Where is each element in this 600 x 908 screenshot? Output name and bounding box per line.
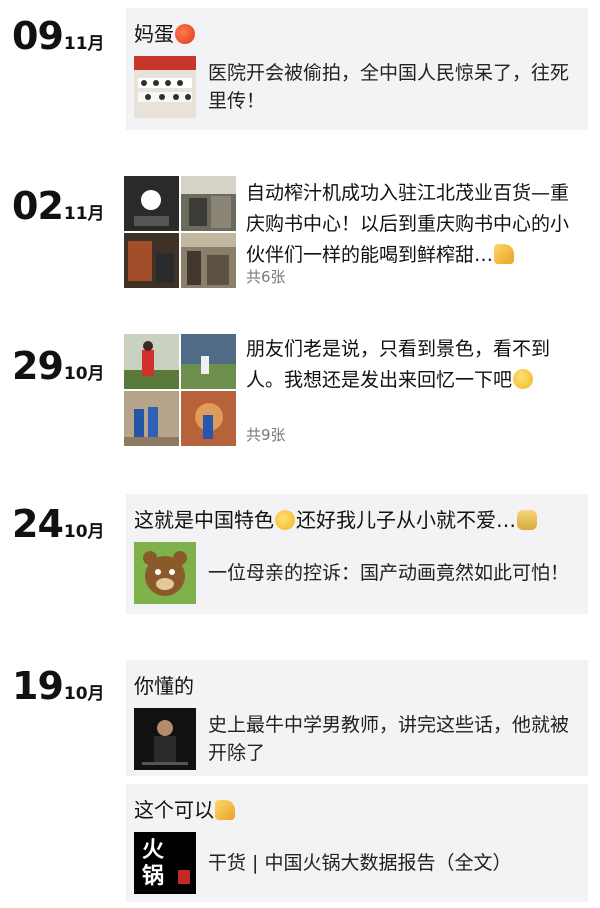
money-bag-icon bbox=[517, 510, 537, 530]
date-day: 09 bbox=[12, 14, 64, 58]
date-day: 29 bbox=[12, 344, 64, 388]
post-text: 这个可以 bbox=[134, 796, 580, 824]
entry-date: 1910月 bbox=[12, 664, 105, 710]
link-title: 史上最牛中学男教师，讲完这些话，他就被开除了 bbox=[208, 714, 570, 764]
post-text: 朋友们老是说，只看到景色，看不到人。我想还是发出来回忆一下吧 bbox=[246, 334, 586, 396]
link-title: 医院开会被偷拍，全中国人民惊呆了，往死里传！ bbox=[208, 62, 570, 112]
post-text-content: 这个可以 bbox=[134, 798, 214, 822]
photo-thumb[interactable] bbox=[181, 391, 236, 446]
post-card[interactable]: 这就是中国特色 还好我儿子从小就不爱… 一位母亲的控诉：国产动画竟然如此可怕！ bbox=[126, 494, 588, 614]
date-day: 19 bbox=[12, 664, 64, 708]
link-title: 干货 | 中国火锅大数据报告（全文） bbox=[208, 852, 512, 874]
entry-date: 2910月 bbox=[12, 344, 105, 390]
entry-date: 0911月 bbox=[12, 14, 105, 60]
shared-link[interactable]: 史上最牛中学男教师，讲完这些话，他就被开除了 bbox=[134, 708, 580, 770]
post-text: 这就是中国特色 还好我儿子从小就不爱… bbox=[134, 506, 580, 534]
link-thumbnail bbox=[134, 56, 196, 118]
photo-thumb[interactable] bbox=[124, 334, 179, 389]
post-text-part: 这就是中国特色 bbox=[134, 508, 274, 532]
photo-grid[interactable] bbox=[124, 334, 236, 446]
post-text: 妈蛋 bbox=[134, 20, 580, 48]
entry-date: 2410月 bbox=[12, 502, 105, 548]
photo-count: 共6张 bbox=[246, 268, 286, 286]
angry-face-icon bbox=[175, 24, 195, 44]
photo-grid[interactable] bbox=[124, 176, 236, 288]
link-thumbnail: 火锅 bbox=[134, 832, 196, 894]
date-month: 10月 bbox=[63, 364, 105, 384]
link-title: 一位母亲的控诉：国产动画竟然如此可怕！ bbox=[208, 562, 570, 584]
post-text-content: 妈蛋 bbox=[134, 22, 174, 46]
post-card[interactable]: 妈蛋 医院开会被偷拍，全中国人民惊呆了，往死里传！ bbox=[126, 8, 588, 130]
shared-link[interactable]: 医院开会被偷拍，全中国人民惊呆了，往死里传！ bbox=[134, 56, 580, 118]
post-text-part: 还好我儿子从小就不爱… bbox=[296, 508, 516, 532]
post-text-content: 朋友们老是说，只看到景色，看不到人。我想还是发出来回忆一下吧 bbox=[246, 338, 551, 391]
photo-thumb[interactable] bbox=[124, 233, 179, 288]
post-text: 自动榨汁机成功入驻江北茂业百货—重庆购书中心！以后到重庆购书中心的小伙伴们一样的… bbox=[246, 178, 586, 271]
entry-date: 0211月 bbox=[12, 184, 105, 230]
photo-thumb[interactable] bbox=[181, 176, 236, 231]
link-thumbnail bbox=[134, 708, 196, 770]
post-text: 你懂的 bbox=[134, 674, 194, 698]
shared-link[interactable]: 火锅 干货 | 中国火锅大数据报告（全文） bbox=[134, 832, 580, 894]
date-month: 10月 bbox=[63, 684, 105, 704]
post-card[interactable]: 这个可以 火锅 干货 | 中国火锅大数据报告（全文） bbox=[126, 784, 588, 902]
date-day: 02 bbox=[12, 184, 64, 228]
thumbs-up-icon bbox=[215, 800, 235, 820]
post-text-content: 自动榨汁机成功入驻江北茂业百货—重庆购书中心！以后到重庆购书中心的小伙伴们一样的… bbox=[246, 182, 570, 266]
thumbnail-seal bbox=[178, 870, 190, 884]
post-card[interactable]: 你懂的 史上最牛中学男教师，讲完这些话，他就被开除了 bbox=[126, 660, 588, 776]
link-thumbnail bbox=[134, 542, 196, 604]
photo-thumb[interactable] bbox=[181, 233, 236, 288]
date-month: 11月 bbox=[63, 34, 105, 54]
date-month: 11月 bbox=[63, 204, 105, 224]
date-month: 10月 bbox=[63, 522, 105, 542]
shared-link[interactable]: 一位母亲的控诉：国产动画竟然如此可怕！ bbox=[134, 542, 580, 604]
winking-face-icon bbox=[513, 369, 534, 389]
photo-thumb[interactable] bbox=[124, 391, 179, 446]
date-day: 24 bbox=[12, 502, 64, 546]
photo-thumb[interactable] bbox=[181, 334, 236, 389]
photo-count: 共9张 bbox=[246, 426, 286, 444]
thumbnail-calligraphy: 火锅 bbox=[142, 837, 165, 889]
smirking-face-icon bbox=[275, 510, 295, 530]
thumbs-up-icon bbox=[494, 244, 515, 264]
photo-thumb[interactable] bbox=[124, 176, 179, 231]
